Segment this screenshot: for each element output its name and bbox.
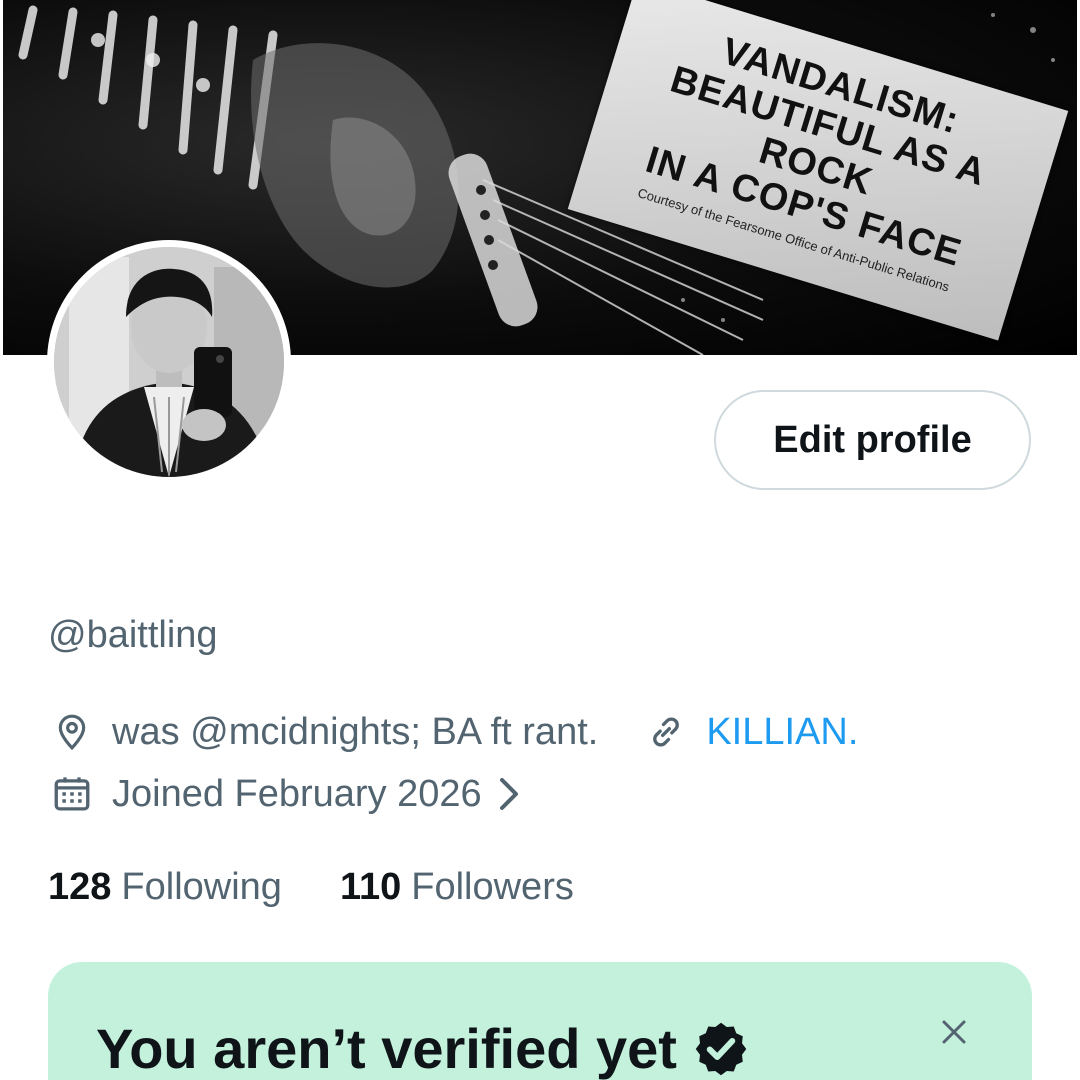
verification-title-row: You aren’t verified yet bbox=[96, 1016, 751, 1080]
verified-badge-icon bbox=[691, 1019, 751, 1079]
edit-profile-button[interactable]: Edit profile bbox=[714, 390, 1031, 490]
profile-handle: @baittling bbox=[48, 614, 218, 656]
avatar-photo bbox=[54, 247, 284, 477]
link-icon bbox=[642, 708, 690, 756]
calendar-icon bbox=[48, 770, 96, 818]
profile-link[interactable]: KILLIAN. bbox=[706, 711, 858, 754]
profile-joined-row[interactable]: Joined February 2026 bbox=[48, 770, 524, 818]
location-icon bbox=[48, 708, 96, 756]
avatar[interactable] bbox=[47, 240, 291, 484]
followers-count: 110 bbox=[339, 866, 402, 908]
profile-stats: 128 Following 110 Followers bbox=[48, 866, 574, 909]
profile-meta-row: was @mcidnights; BA ft rant. KILLIAN. bbox=[48, 708, 858, 756]
following-label: Following bbox=[121, 866, 282, 908]
profile-location: was @mcidnights; BA ft rant. bbox=[112, 710, 599, 753]
followers-stat[interactable]: 110 Followers bbox=[340, 866, 574, 909]
close-icon[interactable] bbox=[934, 1012, 974, 1052]
following-stat[interactable]: 128 Following bbox=[48, 866, 282, 909]
following-count: 128 bbox=[48, 866, 112, 908]
profile-page: VANDALISM: BEAUTIFUL AS A ROCK IN A COP'… bbox=[0, 0, 1080, 1080]
chevron-right-icon bbox=[496, 776, 524, 812]
verification-title: You aren’t verified yet bbox=[96, 1017, 677, 1080]
verification-card: You aren’t verified yet bbox=[48, 962, 1032, 1080]
followers-label: Followers bbox=[411, 866, 574, 908]
profile-joined: Joined February 2026 bbox=[112, 772, 482, 815]
